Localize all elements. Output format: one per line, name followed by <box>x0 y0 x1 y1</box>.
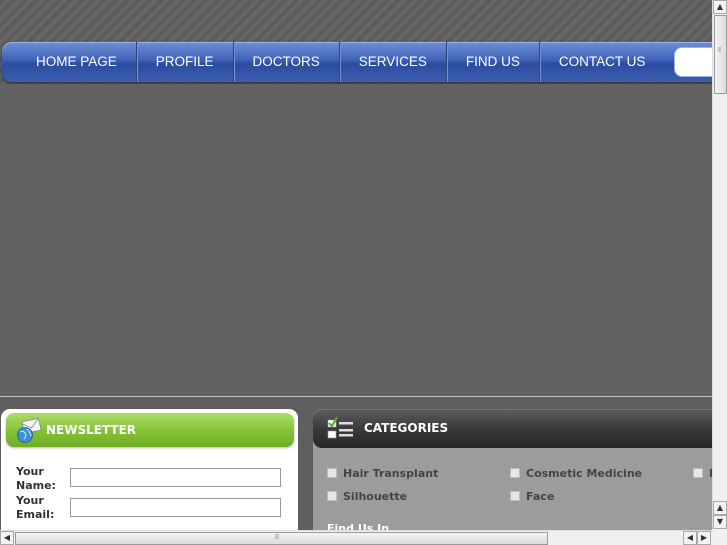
find-us-heading: Find Us In <box>327 522 390 530</box>
scroll-down-arrow-icon[interactable]: ▼ <box>713 515 727 529</box>
email-label: Your Email: <box>16 494 55 521</box>
categories-title: CATEGORIES <box>364 421 449 435</box>
horizontal-scroll-thumb[interactable]: ⁞⁞⁞⁞ <box>15 532 548 545</box>
nav-services[interactable]: SERVICES <box>340 42 447 82</box>
name-label: Your Name: <box>16 465 56 492</box>
bullet-square-icon <box>327 491 337 501</box>
category-label: Hair Transplant <box>343 467 439 480</box>
grip-icon: ⁞⁞⁞ <box>717 46 722 54</box>
categories-panel: CATEGORIES Hair Transplant Cosmetic Medi… <box>313 409 712 530</box>
scrollbar-corner <box>712 530 727 545</box>
newsletter-header: NEWSLETTER <box>6 413 294 447</box>
category-cosmetic-medicine[interactable]: Cosmetic Medicine <box>510 467 642 480</box>
bullet-square-icon <box>327 468 337 478</box>
name-field[interactable] <box>70 468 281 487</box>
newsletter-envelope-icon <box>15 418 43 444</box>
nav-profile[interactable]: PROFILE <box>137 42 234 82</box>
category-label: Silhouette <box>343 490 408 503</box>
scroll-right-arrow-icon[interactable]: ▶ <box>697 531 711 545</box>
newsletter-title: NEWSLETTER <box>46 423 137 437</box>
bullet-square-icon <box>510 491 520 501</box>
search-input[interactable] <box>674 47 712 77</box>
page-viewport: HOME PAGE PROFILE DOCTORS SERVICES FIND … <box>0 0 712 530</box>
nav-home-page[interactable]: HOME PAGE <box>2 42 137 82</box>
newsletter-panel: NEWSLETTER Your Name: Your Email: <box>1 409 298 530</box>
category-label: Face <box>526 490 555 503</box>
nav-find-us[interactable]: FIND US <box>447 42 540 82</box>
nav-items: HOME PAGE PROFILE DOCTORS SERVICES FIND … <box>2 42 664 82</box>
scroll-up-arrow-icon[interactable]: ▲ <box>713 501 727 515</box>
nav-contact-us[interactable]: CONTACT US <box>540 42 665 82</box>
vertical-scroll-thumb[interactable]: ⁞⁞⁞ <box>714 15 727 94</box>
horizontal-scrollbar[interactable]: ◀ ⁞⁞⁞⁞ ◀ ▶ <box>0 530 712 545</box>
main-navigation: HOME PAGE PROFILE DOCTORS SERVICES FIND … <box>2 42 712 82</box>
hero-banner-area <box>0 84 712 396</box>
category-hair-transplant[interactable]: Hair Transplant <box>327 467 438 480</box>
grip-icon: ⁞⁞⁞⁞ <box>274 533 280 541</box>
bullet-square-icon <box>510 468 520 478</box>
scroll-left-arrow-icon[interactable]: ◀ <box>0 531 14 545</box>
categories-header: CATEGORIES <box>313 409 712 448</box>
vertical-scrollbar[interactable]: ▲ ⁞⁞⁞ ▲ ▼ <box>712 0 727 530</box>
category-silhouette[interactable]: Silhouette <box>327 490 407 503</box>
scroll-up-arrow-icon[interactable]: ▲ <box>713 0 727 14</box>
category-b[interactable]: B <box>693 467 712 480</box>
category-label: Cosmetic Medicine <box>526 467 643 480</box>
nav-doctors[interactable]: DOCTORS <box>234 42 340 82</box>
scroll-left-arrow-icon[interactable]: ◀ <box>683 531 697 545</box>
email-field[interactable] <box>70 498 281 517</box>
checklist-icon <box>327 416 355 442</box>
bullet-square-icon <box>693 468 703 478</box>
category-face[interactable]: Face <box>510 490 554 503</box>
